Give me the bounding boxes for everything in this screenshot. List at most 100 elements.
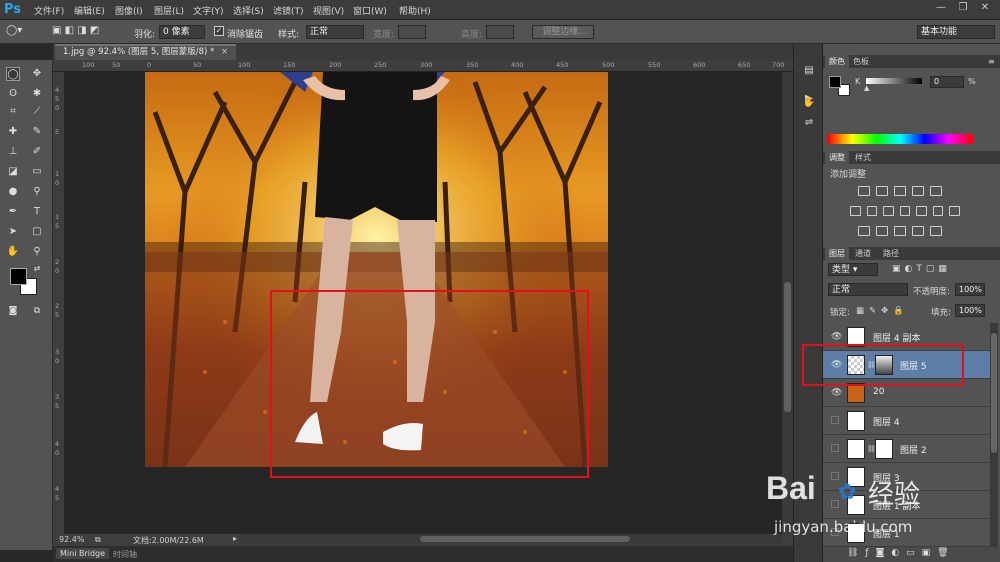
menu-filter[interactable]: 滤镜(T) [273, 4, 304, 17]
opacity-input[interactable]: 100% [955, 283, 985, 296]
history-panel-icon[interactable]: ▤ [802, 64, 816, 78]
refine-edge-button[interactable]: 调整边缘... [532, 25, 594, 39]
visibility-box[interactable] [831, 444, 839, 452]
gradient-map-icon[interactable] [930, 186, 942, 196]
screen-mode-icon[interactable]: ⧉ [30, 304, 44, 318]
style-select[interactable]: 正常 [306, 25, 364, 39]
menu-type[interactable]: 文字(Y) [193, 4, 224, 17]
k-value-input[interactable]: 0 [930, 76, 964, 88]
ellipse-marquee-icon[interactable]: ◯ [6, 67, 20, 81]
zoom-level[interactable]: 92.4% [59, 535, 84, 544]
path-selection-icon[interactable]: ➤ [6, 225, 20, 239]
curves-icon[interactable] [894, 186, 906, 196]
quick-mask-icon[interactable]: ◙ [6, 304, 20, 318]
layer-name[interactable]: 图层 2 [900, 443, 927, 456]
color-spectrum-bar[interactable] [828, 134, 973, 144]
history-brush-icon[interactable]: ✐ [30, 145, 44, 159]
tab-adjustments[interactable]: 调整 [825, 151, 849, 164]
type-icon[interactable]: T [30, 205, 44, 219]
tab-color[interactable]: 颜色 [825, 55, 849, 68]
slider-pointer-icon[interactable]: ▲ [864, 84, 869, 92]
menu-layer[interactable]: 图层(L) [154, 4, 184, 17]
status-menu-arrow-icon[interactable]: ▸ [233, 534, 237, 543]
posterize-icon[interactable] [876, 226, 888, 236]
adjust-panel-icon[interactable]: ⇌ [802, 116, 816, 130]
antialias-checkbox[interactable]: ✓ [214, 26, 224, 36]
layer-filter-select[interactable]: 类型 ▾ [828, 263, 878, 276]
layer-name[interactable]: 图层 4 副本 [873, 331, 920, 344]
vertical-scroll-thumb[interactable] [784, 282, 791, 412]
export-icon[interactable]: ⧉ [95, 535, 101, 545]
blend-mode-select[interactable]: 正常 [828, 283, 908, 296]
layer-mask-thumbnail[interactable] [875, 439, 893, 459]
black-white-icon[interactable] [899, 206, 911, 216]
tab-paths[interactable]: 路径 [883, 247, 899, 260]
tab-timeline[interactable]: 时间轴 [113, 549, 137, 560]
tab-channels[interactable]: 通道 [855, 247, 871, 260]
menu-file[interactable]: 文件(F) [34, 4, 64, 17]
tab-layers[interactable]: 图层 [825, 247, 849, 260]
menu-help[interactable]: 帮助(H) [399, 4, 431, 17]
horizontal-scrollbar[interactable] [240, 534, 782, 544]
layer-filter-icons[interactable]: ▣◐T▢▦ [892, 264, 951, 274]
brightness-icon[interactable] [858, 186, 870, 196]
move-icon[interactable]: ✥ [30, 67, 44, 81]
pen-icon[interactable]: ✒ [6, 205, 20, 219]
exposure-icon[interactable] [912, 186, 924, 196]
color-lookup-icon[interactable] [949, 206, 961, 216]
menu-view[interactable]: 视图(V) [313, 4, 344, 17]
height-input[interactable] [486, 25, 514, 39]
zoom-icon[interactable]: ⚲ [30, 245, 44, 259]
lasso-icon[interactable]: ʘ [6, 87, 20, 101]
clone-stamp-icon[interactable]: ⊥ [6, 145, 20, 159]
tab-close-icon[interactable]: × [221, 47, 228, 57]
healing-brush-icon[interactable]: ✚ [6, 125, 20, 139]
menu-select[interactable]: 选择(S) [233, 4, 264, 17]
foreground-color-swatch[interactable] [10, 268, 27, 285]
vertical-scrollbar[interactable] [782, 72, 793, 534]
eyedropper-icon[interactable]: ⟋ [30, 105, 44, 119]
menu-image[interactable]: 图像(I) [115, 4, 143, 17]
eye-icon[interactable]: 👁 [831, 332, 842, 342]
rectangle-shape-icon[interactable]: ▢ [30, 225, 44, 239]
invert-icon[interactable] [858, 226, 870, 236]
color-fg-swatch[interactable] [829, 76, 841, 88]
panel-menu-icon[interactable]: ≡ [988, 55, 995, 68]
magic-wand-icon[interactable]: ✱ [30, 87, 44, 101]
restore-icon[interactable]: ❐ [952, 0, 974, 16]
selective-color-icon[interactable] [912, 226, 924, 236]
hue-saturation-icon[interactable] [866, 206, 878, 216]
eye-icon[interactable]: 👁 [831, 388, 842, 398]
levels-icon[interactable] [876, 186, 888, 196]
layer-row[interactable]: 图层 4 [823, 407, 991, 435]
minimize-icon[interactable]: — [930, 0, 952, 16]
threshold-icon[interactable] [894, 226, 906, 236]
crop-icon[interactable]: ⌗ [6, 105, 20, 119]
ellipse-marquee-preset-icon[interactable]: ◯▾ [6, 25, 30, 39]
brush-panel-icon[interactable]: ✋ [802, 96, 816, 110]
photo-filter-icon[interactable] [916, 206, 927, 216]
close-icon[interactable]: ✕ [974, 0, 996, 16]
layer-name[interactable]: 20 [873, 387, 884, 397]
fill-input[interactable]: 100% [955, 304, 985, 317]
layer-row[interactable]: ⛓ 图层 2 [823, 435, 991, 463]
selection-mode-icons[interactable]: ▣ ◧ ◨ ◩ [52, 25, 99, 36]
hand-icon[interactable]: ✋ [6, 245, 20, 259]
visibility-box[interactable] [831, 416, 839, 424]
menu-edit[interactable]: 编辑(E) [74, 4, 105, 17]
tab-swatches[interactable]: 色板 [853, 55, 869, 68]
eraser-icon[interactable]: ◪ [6, 165, 20, 179]
document-tab[interactable]: 1.jpg @ 92.4% (图层 5, 图层蒙版/8) * × [55, 44, 237, 60]
layers-footer-icons[interactable]: ⛓ƒ◙◐▭▣🗑 [847, 548, 956, 558]
menu-window[interactable]: 窗口(W) [353, 4, 387, 17]
workspace-select[interactable]: 基本功能 [917, 25, 995, 39]
layers-scroll-thumb[interactable] [991, 333, 997, 453]
width-input[interactable] [398, 25, 426, 39]
horizontal-scroll-thumb[interactable] [420, 536, 630, 542]
tab-mini-bridge[interactable]: Mini Bridge [56, 548, 110, 559]
feather-input[interactable]: 0 像素 [159, 25, 205, 39]
vibrance-icon[interactable] [850, 206, 861, 216]
swap-colors-icon[interactable]: ⇄ [30, 262, 44, 276]
lock-icons[interactable]: ▦✎✥🔒 [856, 306, 909, 316]
dodge-icon[interactable]: ⚲ [30, 185, 44, 199]
